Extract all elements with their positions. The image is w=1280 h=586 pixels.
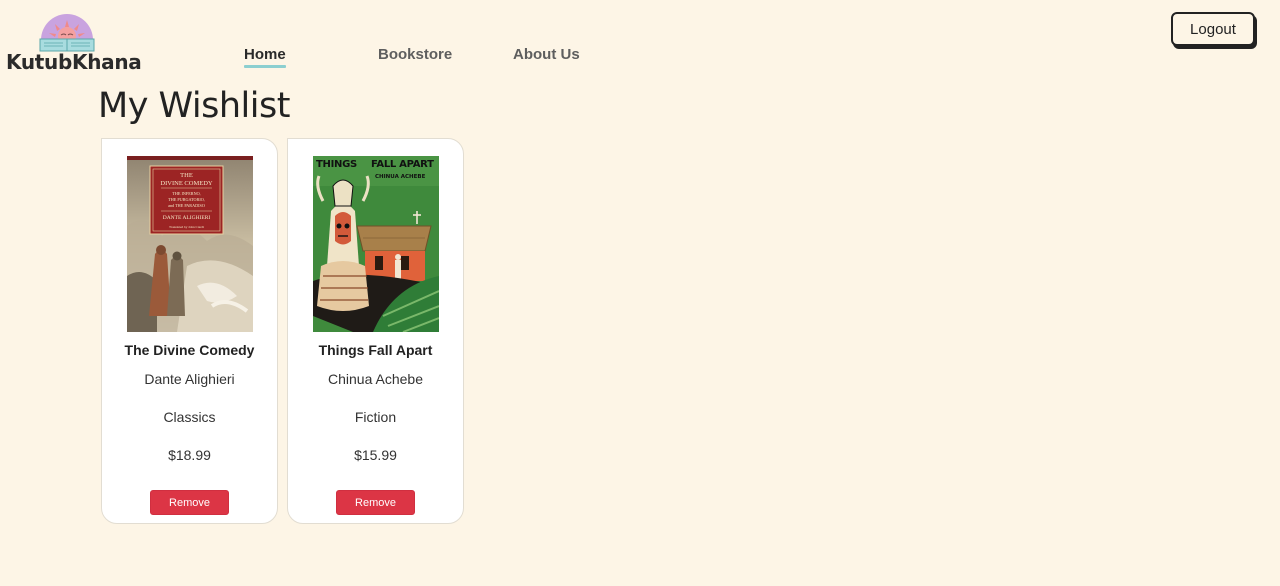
book-cover-image[interactable]: THINGS FALL APART CHINUA ACHEBE [313,156,439,332]
brand-name: KutubKhana [6,50,142,74]
things-fall-apart-cover-art: THINGS FALL APART CHINUA ACHEBE [313,156,439,332]
logout-button[interactable]: Logout [1171,12,1255,46]
svg-text:DANTE ALIGHIERI: DANTE ALIGHIERI [163,215,211,221]
remove-button[interactable]: Remove [150,490,229,515]
page-title: My Wishlist [98,86,290,126]
nav-home[interactable]: Home [244,46,286,68]
book-cover-image[interactable]: THE DIVINE COMEDY THE INFERNO, THE PURGA… [127,156,253,332]
svg-text:DIVINE COMEDY: DIVINE COMEDY [160,180,212,187]
remove-button[interactable]: Remove [336,490,415,515]
brand-logo[interactable]: KutubKhana [6,12,142,78]
sun-reader-logo-icon [39,14,95,52]
book-author: Dante Alighieri [144,371,235,387]
wishlist-card: THINGS FALL APART CHINUA ACHEBE Things F… [287,138,464,524]
nav-active-underline [244,65,286,68]
nav-bookstore[interactable]: Bookstore [378,46,452,63]
wishlist-card: THE DIVINE COMEDY THE INFERNO, THE PURGA… [101,138,278,524]
book-genre: Fiction [354,409,397,425]
svg-text:and THE PARADISO: and THE PARADISO [168,203,205,208]
nav-about-us[interactable]: About Us [513,46,580,63]
svg-text:THE: THE [180,172,193,179]
svg-text:FALL APART: FALL APART [371,159,434,170]
book-title[interactable]: Things Fall Apart [288,342,463,358]
book-author: Chinua Achebe [328,371,423,387]
nav-home-label: Home [244,46,286,63]
book-price: $15.99 [354,447,397,463]
book-genre: Classics [163,409,216,425]
book-price: $18.99 [168,447,211,463]
wishlist-page: KutubKhana Home Bookstore About Us Logou… [0,0,1280,586]
book-title[interactable]: The Divine Comedy [102,342,277,358]
nav-bookstore-label: Bookstore [378,46,453,63]
svg-text:CHINUA ACHEBE: CHINUA ACHEBE [375,174,426,180]
svg-text:Translated by John Ciardi: Translated by John Ciardi [169,225,204,229]
nav-about-us-label: About Us [513,46,580,63]
divine-comedy-cover-art: THE DIVINE COMEDY THE INFERNO, THE PURGA… [127,156,253,332]
svg-text:THINGS: THINGS [316,159,357,170]
